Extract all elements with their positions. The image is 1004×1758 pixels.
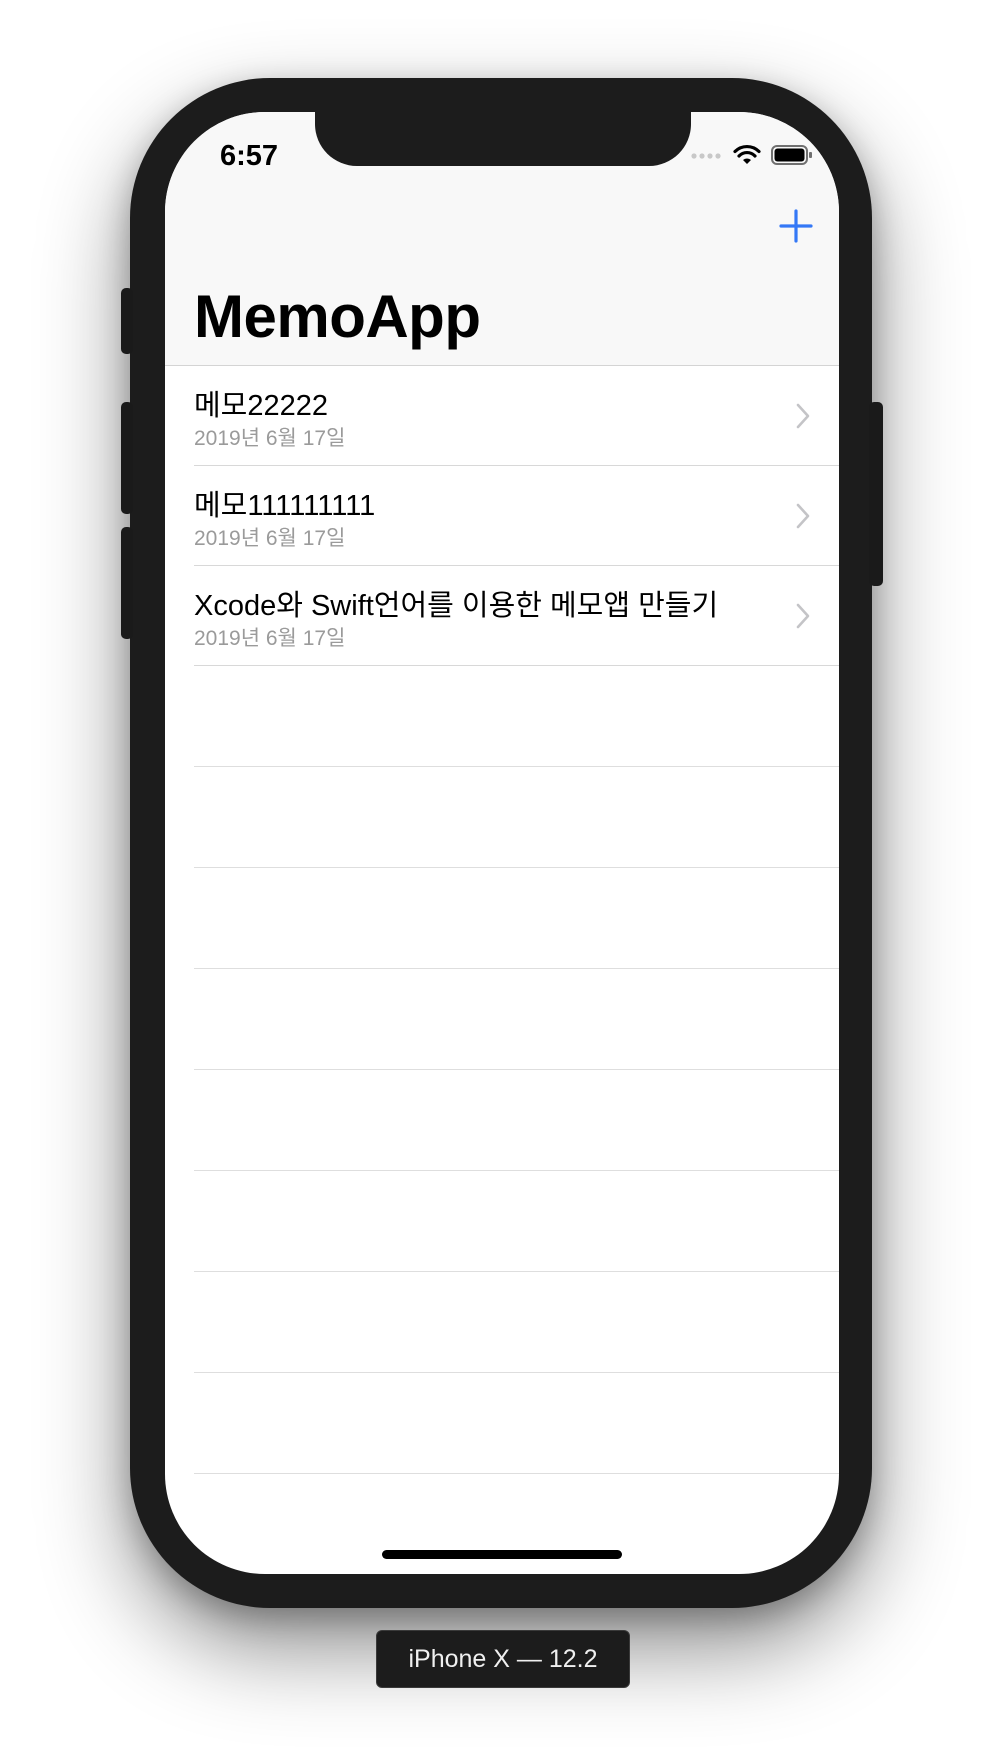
mute-switch xyxy=(121,288,133,354)
list-item[interactable]: Xcode와 Swift언어를 이용한 메모앱 만들기 2019년 6월 17일 xyxy=(165,566,839,666)
simulator-label: iPhone X — 12.2 xyxy=(376,1630,630,1688)
page-title: MemoApp xyxy=(194,283,481,350)
battery-icon xyxy=(771,145,812,165)
memo-title: 메모22222 xyxy=(194,390,329,422)
empty-row xyxy=(165,1171,839,1272)
empty-row xyxy=(165,1070,839,1171)
status-icons xyxy=(691,140,813,170)
chevron-right-icon xyxy=(796,503,810,529)
empty-row xyxy=(165,969,839,1070)
power-button xyxy=(869,402,883,586)
home-indicator[interactable] xyxy=(382,1550,622,1559)
empty-row xyxy=(165,1272,839,1373)
list-item[interactable]: 메모22222 2019년 6월 17일 xyxy=(165,366,839,466)
notch xyxy=(315,112,691,166)
volume-down-button xyxy=(121,527,133,639)
memo-list: 메모22222 2019년 6월 17일 메모111111111 2019년 6… xyxy=(165,366,839,1474)
wifi-icon xyxy=(733,144,761,164)
empty-row xyxy=(165,767,839,868)
screen: MemoApp 6:57 메모22222 2019년 6월 17일 메모1111… xyxy=(165,112,839,1574)
memo-date: 2019년 6월 17일 xyxy=(194,627,346,650)
memo-date: 2019년 6월 17일 xyxy=(194,527,346,550)
status-time: 6:57 xyxy=(220,140,279,172)
empty-row xyxy=(165,868,839,969)
volume-up-button xyxy=(121,402,133,514)
empty-row xyxy=(165,1373,839,1474)
plus-icon[interactable] xyxy=(778,208,814,244)
memo-date: 2019년 6월 17일 xyxy=(194,427,346,450)
memo-title: Xcode와 Swift언어를 이용한 메모앱 만들기 xyxy=(194,590,719,622)
cellular-signal-icon xyxy=(691,153,721,159)
memo-title: 메모111111111 xyxy=(194,490,376,522)
chevron-right-icon xyxy=(796,403,810,429)
chevron-right-icon xyxy=(796,603,810,629)
empty-row xyxy=(165,666,839,767)
list-item[interactable]: 메모111111111 2019년 6월 17일 xyxy=(165,466,839,566)
